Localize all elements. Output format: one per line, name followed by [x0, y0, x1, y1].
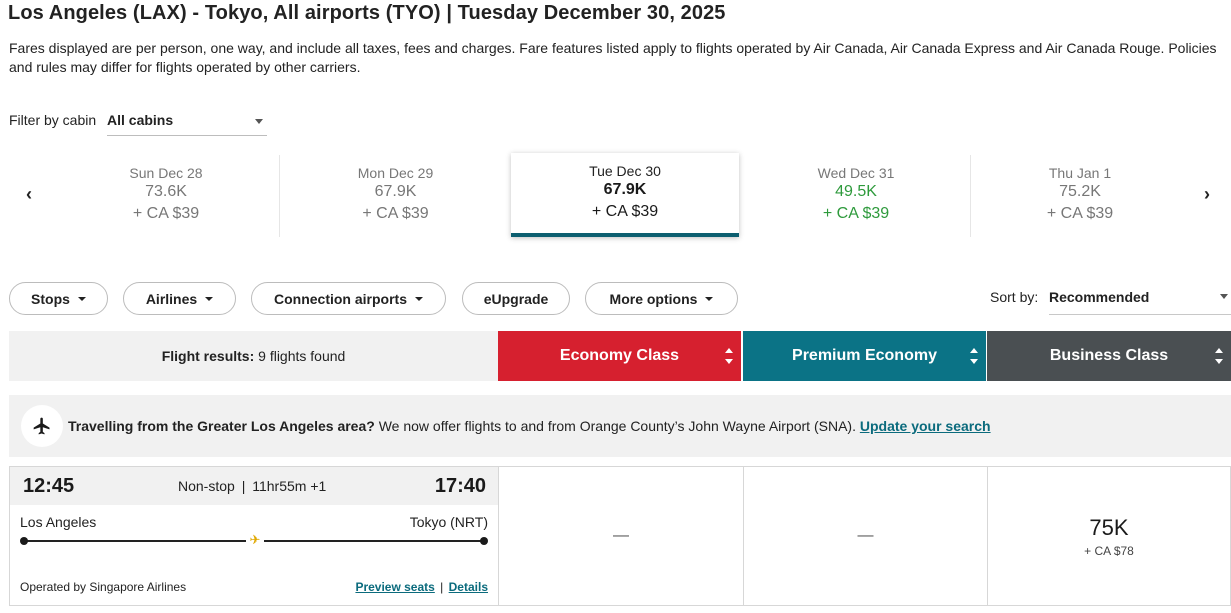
destination-city: Tokyo (NRT) — [409, 514, 488, 530]
airlines-filter-button[interactable]: Airlines — [123, 282, 236, 315]
origin-dot — [20, 537, 28, 545]
date-points: 75.2K — [1059, 183, 1101, 200]
more-options-button[interactable]: More options — [585, 282, 738, 315]
connection-airports-label: Connection airports — [273, 290, 407, 307]
caret-down-icon — [415, 296, 423, 301]
date-tab-tue-dec-30[interactable]: Tue Dec 30 67.9K + CA $39 — [511, 153, 739, 237]
sort-value: Recommended — [1049, 289, 1150, 305]
next-dates-button[interactable]: › — [1204, 184, 1210, 205]
sort-arrows-icon — [1215, 348, 1223, 364]
date-label: Tue Dec 30 — [589, 163, 661, 179]
date-taxes: + CA $39 — [1046, 205, 1114, 222]
date-points: 73.6K — [145, 183, 187, 200]
chevron-left-icon: ‹ — [26, 184, 32, 204]
flight-result-card: 12:45 Non-stop | 11hr55m +1 17:40 Los An… — [9, 466, 1231, 606]
cabin-filter-label: Filter by cabin — [9, 112, 97, 128]
economy-fare-cell: — — [499, 467, 743, 605]
chevron-right-icon: › — [1204, 184, 1210, 204]
business-class-label: Business Class — [1049, 347, 1169, 364]
sort-label: Sort by: — [990, 289, 1039, 305]
date-taxes: + CA $39 — [362, 205, 429, 222]
date-points: 49.5K — [835, 183, 877, 200]
notice-heading: Travelling from the Greater Los Angeles … — [68, 418, 375, 434]
results-count: 9 flights found — [258, 348, 346, 364]
destination-dot — [480, 537, 488, 545]
date-label: Thu Jan 1 — [1048, 165, 1112, 181]
caret-down-icon — [205, 296, 214, 301]
date-tab-wed-dec-31[interactable]: Wed Dec 31 49.5K + CA $39 — [741, 155, 971, 237]
update-search-link[interactable]: Update your search — [860, 418, 991, 434]
business-fare-points: 75K — [1089, 514, 1129, 540]
caret-down-icon — [705, 296, 714, 301]
notice-text: Travelling from the Greater Los Angeles … — [68, 418, 991, 434]
sna-notice-banner: Travelling from the Greater Los Angeles … — [9, 395, 1231, 457]
date-label: Mon Dec 29 — [357, 165, 434, 181]
duration-text: 11hr55m — [252, 478, 307, 494]
operated-by: Operated by Singapore Airlines — [20, 580, 187, 594]
stops-filter-button[interactable]: Stops — [9, 282, 108, 315]
premium-fare-cell: — — [744, 467, 987, 605]
flight-info: 12:45 Non-stop | 11hr55m +1 17:40 Los An… — [10, 467, 498, 605]
business-fare-button[interactable]: 75K + CA $78 — [988, 467, 1230, 605]
day-offset: +1 — [310, 478, 327, 494]
details-link[interactable]: Details — [449, 580, 488, 594]
flight-times-bar: 12:45 Non-stop | 11hr55m +1 17:40 — [10, 467, 498, 505]
sort-arrows-icon — [970, 348, 978, 364]
singapore-airlines-logo-icon: ✈ — [246, 532, 264, 548]
results-header: Flight results: 9 flights found Economy … — [9, 331, 1231, 381]
caret-down-icon — [77, 296, 86, 301]
date-tab-sun-dec-28[interactable]: Sun Dec 28 73.6K + CA $39 — [52, 155, 280, 237]
more-options-label: More options — [609, 290, 698, 307]
date-tab-mon-dec-29[interactable]: Mon Dec 29 67.9K + CA $39 — [280, 155, 511, 237]
date-points: 67.9K — [374, 183, 417, 200]
origin-city: Los Angeles — [20, 514, 97, 530]
link-separator: | — [440, 580, 444, 594]
cabin-filter-value: All cabins — [107, 112, 174, 128]
chevron-down-icon — [1220, 294, 1228, 299]
eupgrade-filter-button[interactable]: eUpgrade — [462, 282, 570, 315]
premium-economy-label: Premium Economy — [792, 347, 937, 364]
flight-links: Preview seats | Details — [355, 580, 488, 594]
date-taxes: + CA $39 — [591, 203, 659, 220]
page-title: Los Angeles (LAX) - Tokyo, All airports … — [8, 2, 726, 24]
premium-economy-header[interactable]: Premium Economy — [743, 331, 986, 381]
date-label: Sun Dec 28 — [129, 165, 203, 181]
date-taxes: + CA $39 — [822, 205, 890, 222]
cabin-filter-select[interactable]: All cabins — [107, 107, 267, 136]
chevron-down-icon — [255, 119, 263, 124]
flight-duration-info: Non-stop | 11hr55m +1 — [178, 478, 326, 494]
prev-dates-button[interactable]: ‹ — [26, 184, 32, 205]
stops-text: Non-stop — [178, 478, 235, 494]
selected-indicator — [511, 233, 739, 237]
sort-select[interactable]: Recommended — [1049, 282, 1231, 315]
airplane-icon — [21, 405, 63, 447]
business-fare-taxes: + CA $78 — [1084, 543, 1134, 558]
economy-class-label: Economy Class — [559, 347, 680, 364]
notice-body: We now offer flights to and from Orange … — [374, 418, 860, 434]
fare-disclaimer: Fares displayed are per person, one way,… — [9, 40, 1217, 75]
premium-unavailable: — — [857, 527, 874, 544]
date-label: Wed Dec 31 — [817, 165, 895, 181]
results-label: Flight results: — [161, 348, 255, 364]
sort-arrows-icon — [725, 348, 733, 364]
business-class-header[interactable]: Business Class — [987, 331, 1231, 381]
eupgrade-label: eUpgrade — [483, 290, 549, 307]
separator: | — [241, 478, 246, 494]
stops-label: Stops — [31, 290, 70, 307]
connection-airports-filter-button[interactable]: Connection airports — [251, 282, 446, 315]
date-selector: Sun Dec 28 73.6K + CA $39 Mon Dec 29 67.… — [52, 153, 1189, 237]
flight-results-summary: Flight results: 9 flights found — [9, 331, 498, 381]
date-taxes: + CA $39 — [132, 205, 200, 222]
arrival-time: 17:40 — [434, 475, 486, 497]
preview-seats-link[interactable]: Preview seats — [355, 580, 434, 594]
economy-unavailable: — — [613, 527, 629, 544]
economy-class-header[interactable]: Economy Class — [498, 331, 741, 381]
date-tab-thu-jan-1[interactable]: Thu Jan 1 75.2K + CA $39 — [971, 155, 1189, 237]
departure-time: 12:45 — [23, 475, 75, 497]
date-points: 67.9K — [603, 181, 647, 198]
airlines-label: Airlines — [145, 290, 198, 307]
